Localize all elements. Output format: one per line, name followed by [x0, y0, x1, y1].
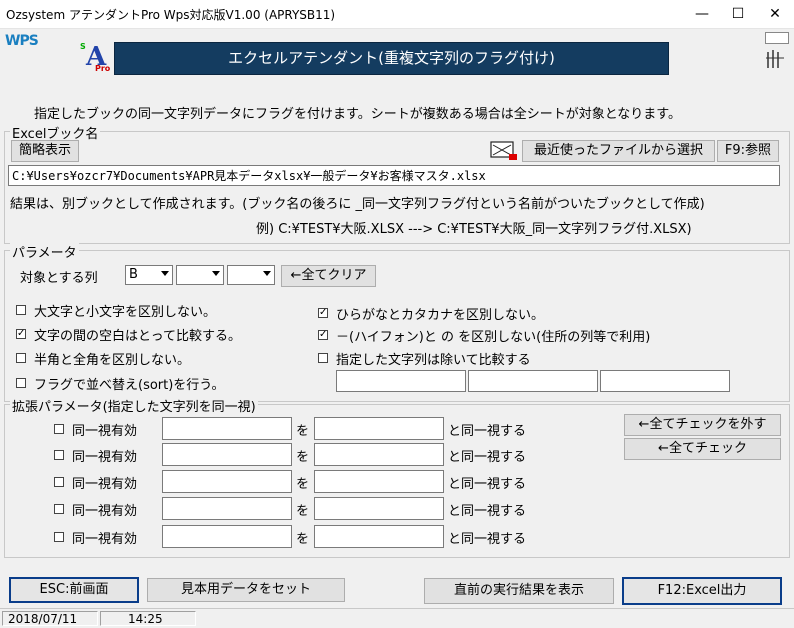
target-string-input[interactable]	[314, 470, 444, 493]
equivalence-row: 同一視有効 を と同一視する	[54, 525, 554, 549]
compact-view-button[interactable]: 簡略表示	[11, 140, 79, 162]
chevron-down-icon	[161, 271, 169, 276]
source-string-input[interactable]	[162, 443, 292, 466]
uncheck-all-button[interactable]: ←全てチェックを外す	[624, 414, 781, 436]
option-checkbox[interactable]	[16, 305, 26, 315]
window-title: Ozsystem アテンダントPro Wps対応版V1.00 (APRYSB11…	[6, 8, 336, 22]
column-select-2[interactable]	[176, 265, 224, 285]
parameters-group-label: パラメータ	[10, 242, 79, 261]
equivalence-row: 同一視有効 を と同一視する	[54, 497, 554, 521]
check-all-button[interactable]: ←全てチェック	[624, 438, 781, 460]
option-checkbox[interactable]	[16, 378, 26, 388]
esc-back-button[interactable]: ESC:前画面	[9, 577, 139, 603]
equivalence-checkbox[interactable]	[54, 477, 64, 487]
equivalence-row: 同一視有効 を と同一視する	[54, 443, 554, 467]
equivalence-checkbox[interactable]	[54, 450, 64, 460]
exclude-string-input-3[interactable]	[600, 370, 730, 392]
excel-file-icon[interactable]	[489, 139, 519, 161]
target-string-input[interactable]	[314, 443, 444, 466]
recent-files-button[interactable]: 最近使ったファイルから選択	[522, 140, 715, 162]
minimize-button[interactable]: —	[684, 0, 720, 28]
maximize-button[interactable]: ☐	[720, 0, 756, 28]
status-time-panel: 14:25	[100, 611, 196, 626]
excel-output-button[interactable]: F12:Excel出力	[622, 577, 782, 605]
source-string-input[interactable]	[162, 525, 292, 548]
set-sample-data-button[interactable]: 見本用データをセット	[147, 578, 345, 602]
example-note: 例) C:¥TEST¥大阪.XLSX ---> C:¥TEST¥大阪_同一文字列…	[256, 222, 692, 237]
option-checkbox[interactable]: ✓	[318, 330, 328, 340]
equivalence-row: 同一視有効 を と同一視する	[54, 417, 554, 441]
browse-button[interactable]: F9:参照	[717, 140, 779, 162]
option-checkbox[interactable]: ✓	[318, 308, 328, 318]
extended-group-label: 拡張パラメータ(指定した文字列を同一視)	[10, 396, 258, 415]
source-string-input[interactable]	[162, 417, 292, 440]
window-icon[interactable]	[765, 32, 789, 44]
target-string-input[interactable]	[314, 497, 444, 520]
clip-icon[interactable]	[764, 48, 788, 70]
chevron-down-icon	[263, 271, 271, 276]
result-note: 結果は、別ブックとして作成されます。(ブック名の後ろに _同一文字列フラグ付とい…	[10, 197, 705, 212]
column-select-3[interactable]	[227, 265, 275, 285]
target-column-label: 対象とする列	[20, 271, 98, 286]
description-text: 指定したブックの同一文字列データにフラグを付けます。シートが複数ある場合は全シー…	[34, 107, 682, 122]
close-button[interactable]: ✕	[757, 0, 793, 28]
equivalence-checkbox[interactable]	[54, 532, 64, 542]
chevron-down-icon	[212, 271, 220, 276]
title-bar: Ozsystem アテンダントPro Wps対応版V1.00 (APRYSB11…	[0, 0, 794, 29]
exclude-string-input-2[interactable]	[468, 370, 598, 392]
source-string-input[interactable]	[162, 470, 292, 493]
source-string-input[interactable]	[162, 497, 292, 520]
show-last-result-button[interactable]: 直前の実行結果を表示	[424, 578, 614, 604]
target-string-input[interactable]	[314, 525, 444, 548]
equivalence-checkbox[interactable]	[54, 504, 64, 514]
equivalence-row: 同一視有効 を と同一視する	[54, 470, 554, 494]
excel-path-input[interactable]: C:¥Users¥ozcr7¥Documents¥APR見本データxlsx¥一般…	[8, 165, 780, 186]
wps-logo: WPS	[5, 33, 39, 49]
target-string-input[interactable]	[314, 417, 444, 440]
option-checkbox[interactable]	[318, 353, 328, 363]
clear-all-columns-button[interactable]: ←全てクリア	[281, 265, 376, 287]
equivalence-checkbox[interactable]	[54, 424, 64, 434]
option-checkbox[interactable]	[16, 353, 26, 363]
screen-banner: エクセルアテンダント(重複文字列のフラグ付け)	[114, 42, 669, 75]
attendant-pro-logo: S A Pro	[80, 42, 111, 73]
exclude-string-input-1[interactable]	[336, 370, 466, 392]
status-date-panel: 2018/07/11	[2, 611, 98, 626]
column-select-1[interactable]: B	[125, 265, 173, 285]
option-checkbox[interactable]: ✓	[16, 329, 26, 339]
